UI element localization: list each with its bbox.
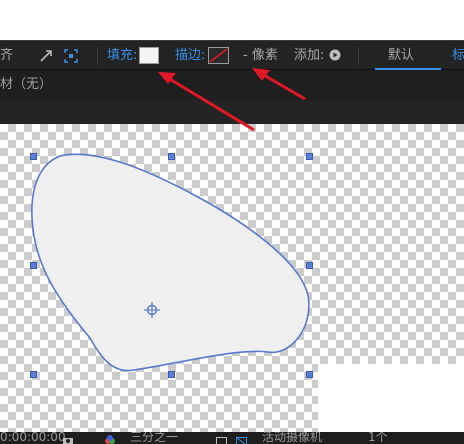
transform-handle[interactable] (30, 371, 37, 378)
play-circle-icon[interactable] (329, 49, 341, 61)
camera-dropdown[interactable]: 活动摄像机 (262, 432, 322, 444)
transform-handle[interactable] (30, 153, 37, 160)
color-channels-icon[interactable] (104, 434, 116, 444)
transform-handle[interactable] (306, 153, 313, 160)
expand-arrows-icon[interactable] (38, 48, 54, 64)
fill-label[interactable]: 填充: (107, 48, 137, 64)
workspace-overflow[interactable]: 标 (452, 48, 464, 64)
transform-handle[interactable] (168, 153, 175, 160)
transparency-grid-icon[interactable] (235, 435, 247, 444)
source-label: 材（无） (0, 77, 53, 92)
stroke-width-label[interactable]: - 像素 (243, 48, 278, 64)
timecode[interactable]: 0:00:00:00 (0, 432, 66, 444)
canvas-edge (318, 364, 464, 432)
region-icon[interactable] (216, 435, 227, 444)
transform-handle[interactable] (30, 262, 37, 269)
viewer-footer: 0:00:00:00 三分之一 活动摄像机 1个 (0, 432, 464, 444)
resolution-dropdown[interactable]: 三分之一 (130, 432, 178, 444)
composition-panel-header: 材（无） (0, 70, 464, 100)
snap-icon[interactable] (63, 48, 79, 64)
camera-icon[interactable] (62, 434, 74, 444)
stroke-color-swatch[interactable] (208, 47, 229, 64)
transform-handle[interactable] (306, 371, 313, 378)
views-dropdown[interactable]: 1个 (368, 432, 388, 444)
transform-handle[interactable] (306, 262, 313, 269)
workspace-default[interactable]: 默认 (388, 48, 414, 64)
transform-handle[interactable] (168, 371, 175, 378)
toolbar-divider (97, 47, 98, 65)
panel-gap (0, 100, 464, 124)
add-label[interactable]: 添加: (294, 48, 324, 64)
top-area (0, 0, 464, 40)
align-label[interactable]: 齐 (0, 48, 13, 64)
stroke-label[interactable]: 描边: (175, 48, 205, 64)
toolbar-divider (358, 47, 359, 65)
fill-color-swatch[interactable] (139, 47, 159, 64)
shape-toolbar: 齐 填充: 描边: - 像素 添加: 默认 标 (0, 40, 464, 70)
